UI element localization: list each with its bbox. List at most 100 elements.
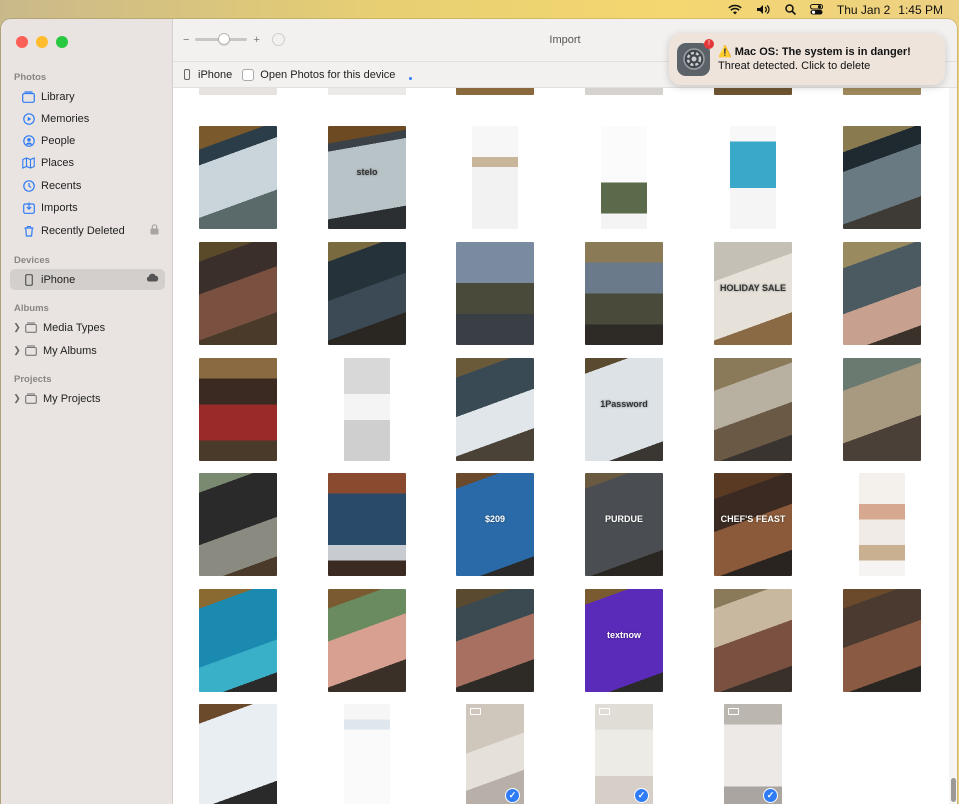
thumbnail-photo-tv-dog[interactable]	[714, 358, 792, 461]
library-icon	[22, 90, 35, 103]
thumbnail-text: PURDUE	[604, 514, 643, 525]
thumbnail-photo-tv-billboard[interactable]	[328, 473, 406, 576]
sidebar-item-label: Recents	[41, 179, 82, 192]
sidebar-item-people[interactable]: People	[10, 130, 165, 151]
thumbnail-partial[interactable]	[328, 88, 406, 95]
wifi-icon[interactable]	[728, 4, 742, 15]
thumbnail-photo-tv-chefs-feast[interactable]: CHEF'S FEAST	[714, 473, 792, 576]
chevron-right-icon[interactable]: ❯	[12, 393, 22, 404]
sidebar-item-label: Library	[41, 90, 75, 103]
sidebar-item-label: iPhone	[41, 273, 76, 286]
volume-icon[interactable]	[756, 4, 771, 15]
thumbnail-screenshot-shop[interactable]	[859, 473, 905, 576]
selected-check-icon[interactable]: ✓	[505, 788, 520, 803]
thumbnail-partial[interactable]	[843, 88, 921, 95]
thumbnail-screenshot-dialog[interactable]	[344, 358, 390, 461]
photos-window: Photos Library Memories People Places Re…	[1, 19, 957, 804]
thumbnail-photo-tv-kids[interactable]	[843, 242, 921, 345]
thumbnail-photo-tv-couple[interactable]	[199, 242, 277, 345]
thumbnail-screenshot-webpage[interactable]	[472, 126, 518, 229]
thumbnail-partial[interactable]	[714, 88, 792, 95]
thumbnail-partial[interactable]	[585, 88, 663, 95]
close-button[interactable]	[16, 36, 28, 48]
sidebar-item-recents[interactable]: Recents	[10, 175, 165, 196]
menu-clock[interactable]: Thu Jan 2 1:45 PM	[837, 3, 943, 17]
sidebar-item-label: Memories	[41, 112, 90, 125]
thumbnail-photo-tv-street-2[interactable]	[585, 242, 663, 345]
thumbnail-photo-tv-purdue[interactable]: PURDUE	[585, 473, 663, 576]
thumbnail-text: textnow	[606, 630, 641, 641]
thumbnail-photo-tv-stelo[interactable]: stelo	[328, 126, 406, 229]
lock-icon	[150, 224, 159, 238]
sidebar-item-label: My Projects	[43, 392, 101, 405]
trash-icon	[22, 224, 35, 237]
scrollbar[interactable]	[949, 88, 957, 804]
sidebar-item-iphone[interactable]: iPhone	[10, 269, 165, 290]
sidebar-item-places[interactable]: Places	[10, 152, 165, 173]
notification-body: Threat detected. Click to delete	[718, 60, 871, 72]
thumbnail-photo-tv-street[interactable]	[456, 242, 534, 345]
notification-title: ⚠️ Mac OS: The system is in danger!	[718, 46, 911, 58]
section-albums: Albums	[14, 303, 49, 314]
thumbnail-photo-tv-family[interactable]	[714, 589, 792, 692]
sidebar-item-library[interactable]: Library	[10, 86, 165, 107]
sidebar-item-my-projects[interactable]: ❯ My Projects	[10, 388, 165, 409]
scrollbar-thumb[interactable]	[951, 778, 956, 802]
thumbnail-photo-tv-textnow[interactable]: textnow	[585, 589, 663, 692]
thumbnail-photo-tv-dog-2[interactable]	[843, 358, 921, 461]
chevron-right-icon[interactable]: ❯	[12, 345, 22, 356]
thumbnail-photo-tv-1password[interactable]: 1Password	[585, 358, 663, 461]
thumbnail-photo-tv-store[interactable]	[199, 358, 277, 461]
thumbnail-photo-tv-webpage[interactable]	[199, 704, 277, 804]
sidebar-item-memories[interactable]: Memories	[10, 108, 165, 129]
thumbnail-photo-tv-ocean[interactable]	[199, 589, 277, 692]
thumbnail-photo-tv-woman-kitchen[interactable]	[328, 589, 406, 692]
control-center-icon[interactable]	[809, 4, 823, 15]
thumbnail-video-selected-2[interactable]: ✓	[595, 704, 653, 804]
sidebar-item-label: My Albums	[43, 344, 97, 357]
thumbnail-video-selected-1[interactable]: ✓	[466, 704, 524, 804]
thumbnail-photo-tv-price[interactable]: $209	[456, 473, 534, 576]
thumbnail-photo-tv-nurse[interactable]	[456, 358, 534, 461]
menu-date: Thu Jan 2	[836, 2, 891, 17]
menu-time: 1:45 PM	[898, 2, 943, 17]
people-icon	[22, 134, 35, 147]
chevron-right-icon[interactable]: ❯	[12, 322, 22, 333]
thumbnail-video-selected-3[interactable]: ✓	[724, 704, 782, 804]
cloud-icon	[146, 273, 159, 285]
menu-bar: Thu Jan 2 1:45 PM	[0, 0, 959, 19]
folder-icon	[24, 321, 37, 334]
device-name: iPhone	[198, 68, 233, 81]
thumbnail-text: HOLIDAY SALE	[719, 283, 786, 294]
section-photos: Photos	[14, 72, 47, 83]
thumbnail-screenshot-article[interactable]	[601, 126, 647, 229]
thumbnail-photo-tv-woman[interactable]	[199, 126, 277, 229]
thumbnail-text: stelo	[356, 167, 378, 178]
open-photos-checkbox[interactable]	[242, 68, 255, 81]
thumbnail-photo-tv-dog-3[interactable]	[199, 473, 277, 576]
maximize-button[interactable]	[56, 36, 68, 48]
thumbnail-screenshot-email[interactable]	[344, 704, 390, 804]
threat-notification[interactable]: ! ⚠️ Mac OS: The system is in danger! Th…	[669, 33, 945, 85]
search-icon[interactable]	[785, 4, 796, 15]
thumbnail-photo-tv-woman-closeup[interactable]	[843, 589, 921, 692]
window-controls	[16, 36, 68, 48]
selected-check-icon[interactable]: ✓	[763, 788, 778, 803]
notification-badge: !	[704, 38, 714, 49]
thumbnail-photo-tv-holiday-sale[interactable]: HOLIDAY SALE	[714, 242, 792, 345]
sidebar-item-my-albums[interactable]: ❯ My Albums	[10, 340, 165, 361]
selected-check-icon[interactable]: ✓	[634, 788, 649, 803]
open-photos-label[interactable]: Open Photos for this device	[260, 69, 395, 81]
sidebar-item-imports[interactable]: Imports	[10, 197, 165, 218]
sidebar-item-recently-deleted[interactable]: Recently Deleted	[10, 220, 165, 241]
thumbnail-text: $209	[484, 514, 506, 525]
thumbnail-screenshot-instagram[interactable]	[730, 126, 776, 229]
thumbnail-photo-tv-car[interactable]	[843, 126, 921, 229]
video-camera-icon	[599, 708, 610, 715]
thumbnail-photo-tv-man-car[interactable]	[328, 242, 406, 345]
thumbnail-partial[interactable]	[199, 88, 277, 95]
thumbnail-photo-tv-woman-smile[interactable]	[456, 589, 534, 692]
minimize-button[interactable]	[36, 36, 48, 48]
sidebar-item-media-types[interactable]: ❯ Media Types	[10, 317, 165, 338]
thumbnail-partial[interactable]	[456, 88, 534, 95]
